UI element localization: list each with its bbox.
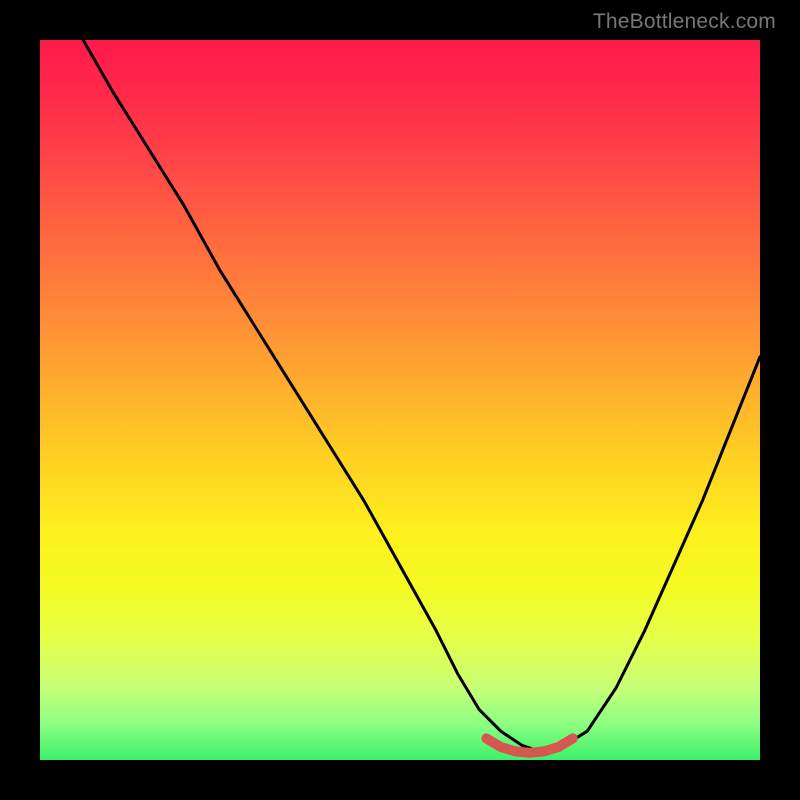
watermark-text: TheBottleneck.com — [593, 10, 776, 34]
chart-frame: TheBottleneck.com — [0, 0, 800, 800]
plot-area — [40, 40, 760, 760]
black-curve — [83, 40, 760, 753]
curve-layer — [40, 40, 760, 760]
red-bottom-segment — [486, 738, 572, 752]
